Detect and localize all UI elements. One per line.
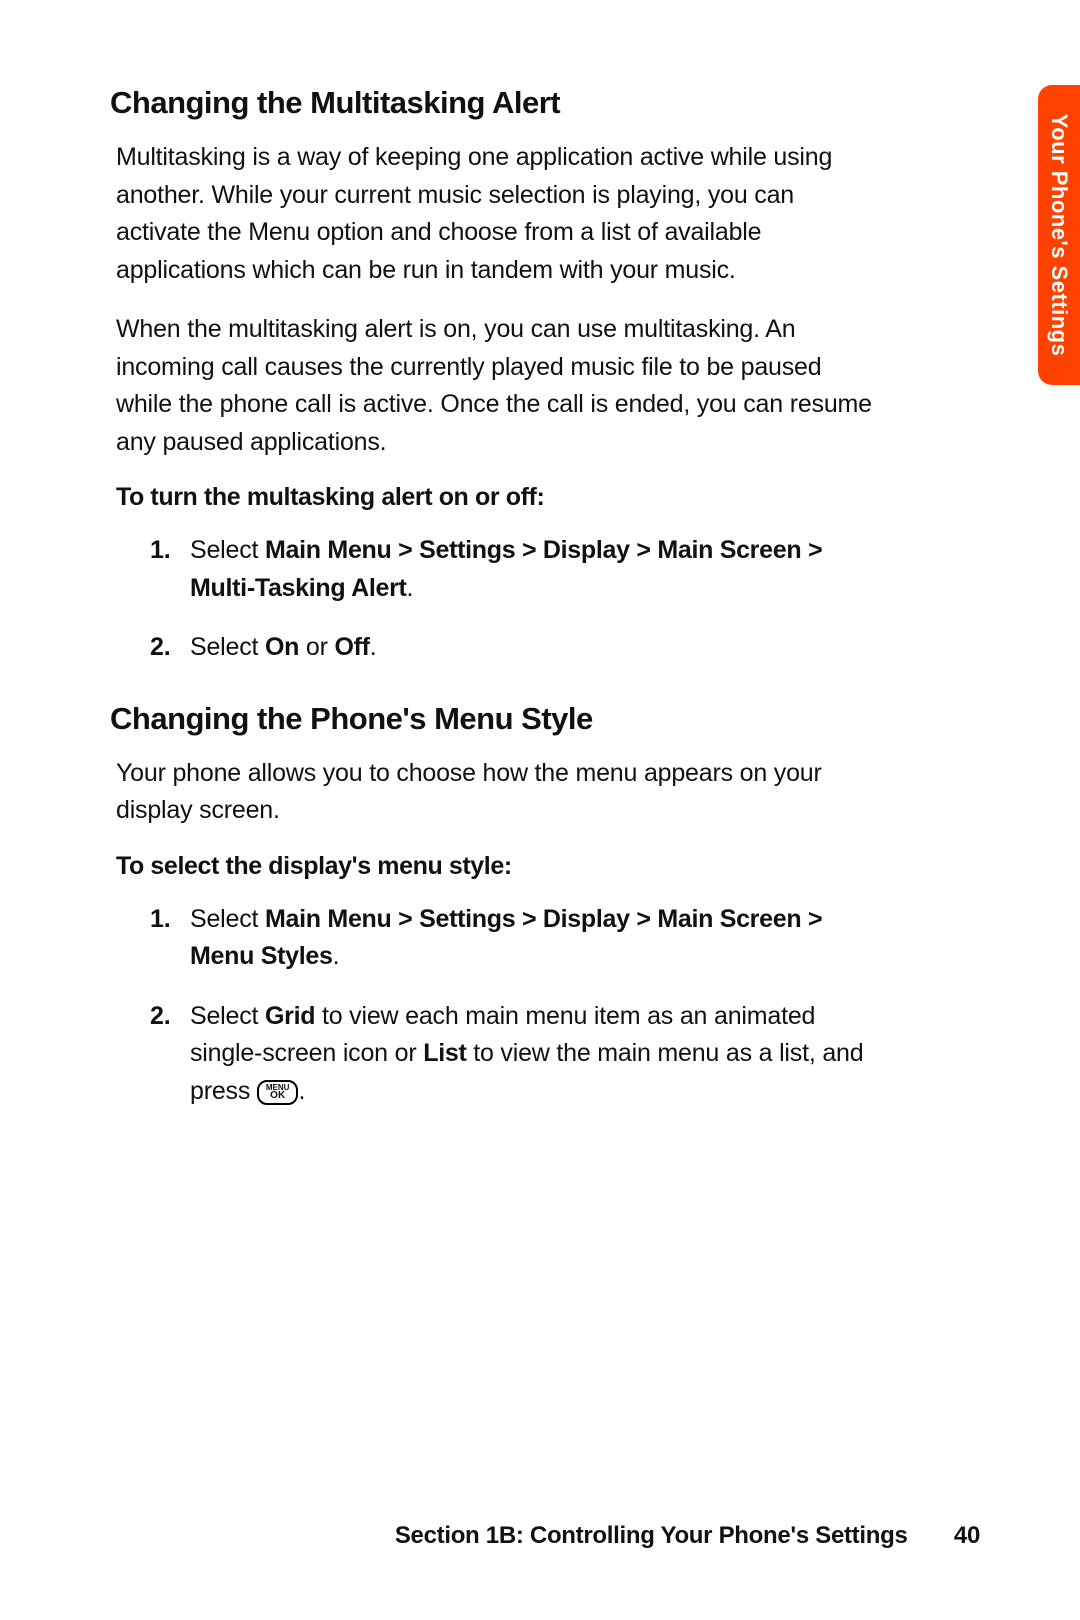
paragraph: Your phone allows you to choose how the … (116, 755, 880, 830)
step-item: 1. Select Main Menu > Settings > Display… (150, 532, 880, 607)
paragraph: When the multitasking alert is on, you c… (116, 311, 880, 461)
side-tab-label: Your Phone's Settings (1046, 114, 1072, 357)
step-text: Select (190, 1002, 265, 1030)
step-text: . (298, 1077, 305, 1105)
step-item: 2. Select On or Off. (150, 629, 880, 667)
step-text: . (333, 942, 340, 970)
option-on: On (265, 633, 299, 661)
option-grid: Grid (265, 1002, 315, 1030)
step-text: Select (190, 905, 265, 933)
page: Your Phone's Settings Changing the Multi… (0, 0, 1080, 1620)
key-bottom-label: OK (266, 1091, 290, 1101)
step-text: Select (190, 633, 265, 661)
option-off: Off (334, 633, 369, 661)
option-list: List (423, 1039, 466, 1067)
menu-path: Main Menu > Settings > Display > Main Sc… (190, 536, 822, 602)
page-content: Changing the Multitasking Alert Multitas… (110, 85, 880, 1110)
steps-list: 1. Select Main Menu > Settings > Display… (150, 532, 880, 667)
step-number: 2. (150, 998, 170, 1036)
heading-menu-style: Changing the Phone's Menu Style (110, 701, 880, 737)
page-footer: Section 1B: Controlling Your Phone's Set… (110, 1522, 980, 1550)
page-number: 40 (954, 1522, 980, 1550)
footer-section-label: Section 1B: Controlling Your Phone's Set… (395, 1522, 908, 1549)
step-text: . (370, 633, 377, 661)
paragraph: Multitasking is a way of keeping one app… (116, 139, 880, 289)
step-number: 1. (150, 532, 170, 570)
step-number: 2. (150, 629, 170, 667)
step-item: 1. Select Main Menu > Settings > Display… (150, 901, 880, 976)
step-item: 2. Select Grid to view each main menu it… (150, 998, 880, 1111)
lead-in: To turn the multasking alert on or off: (116, 483, 880, 512)
heading-multitasking-alert: Changing the Multitasking Alert (110, 85, 880, 121)
steps-list: 1. Select Main Menu > Settings > Display… (150, 901, 880, 1111)
step-text: . (407, 574, 414, 602)
step-text: Select (190, 536, 265, 564)
menu-ok-key-icon: MENUOK (257, 1080, 299, 1105)
side-tab: Your Phone's Settings (1038, 85, 1080, 385)
lead-in: To select the display's menu style: (116, 852, 880, 881)
step-text: or (299, 633, 334, 661)
step-number: 1. (150, 901, 170, 939)
menu-path: Main Menu > Settings > Display > Main Sc… (190, 905, 822, 971)
